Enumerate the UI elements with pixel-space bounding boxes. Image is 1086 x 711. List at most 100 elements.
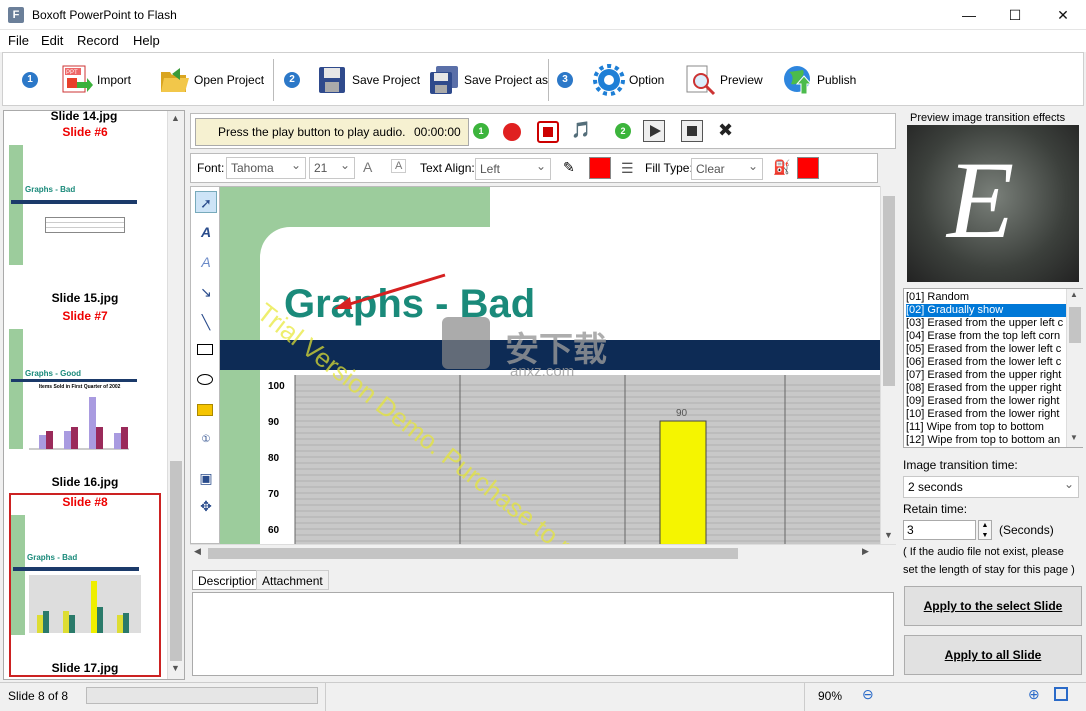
fill-color-swatch[interactable] — [797, 157, 819, 179]
line-color-swatch[interactable] — [589, 157, 611, 179]
thumbnail-scrollbar[interactable]: ▲ ▼ — [167, 111, 184, 679]
fill-type-select[interactable]: Clear — [691, 158, 763, 180]
scroll-down-icon[interactable]: ▼ — [171, 663, 180, 673]
grow-font-icon[interactable]: A — [363, 159, 372, 175]
globe-publish-icon — [781, 64, 813, 96]
delete-audio-icon[interactable]: ✖ — [718, 120, 733, 141]
select-arrow-icon[interactable]: ➚ — [195, 191, 217, 213]
preview-button[interactable]: Preview — [684, 63, 763, 97]
pen-color-icon[interactable]: ✎ — [563, 159, 575, 176]
play-button[interactable] — [643, 120, 665, 142]
transition-effects-list[interactable]: [01] Random [02] Gradually show [03] Erase… — [903, 288, 1083, 448]
scrollbar-thumb[interactable] — [208, 548, 738, 559]
menu-file[interactable]: File — [8, 33, 29, 48]
transition-effect-item[interactable]: [05] Erased from the lower left c — [906, 343, 1066, 356]
record-button[interactable] — [503, 123, 521, 141]
apply-to-all-button[interactable]: Apply to all Slide — [904, 635, 1082, 675]
font-select[interactable]: Tahoma — [226, 157, 306, 179]
step-1-badge: 1 — [22, 72, 38, 88]
publish-button[interactable]: Publish — [781, 63, 856, 97]
shrink-font-icon[interactable]: A — [391, 159, 407, 173]
slide-thumbnail-6[interactable]: Slide #6 Graphs - Bad Slide 15.jpg — [9, 125, 161, 307]
slide-thumbnail-7[interactable]: Slide #7 Graphs - Good Items Sold in Fir… — [9, 309, 161, 491]
scroll-up-icon[interactable]: ▲ — [171, 113, 180, 123]
description-tabs: Description Attachment — [190, 570, 896, 590]
text-outline-icon[interactable]: A — [195, 251, 217, 273]
minimize-button[interactable]: — — [946, 0, 992, 30]
tab-attachment[interactable]: Attachment — [256, 570, 329, 590]
annotation-arrow[interactable] — [280, 267, 460, 317]
transition-effect-item[interactable]: [04] Erase from the top left corn — [906, 330, 1066, 343]
scroll-right-icon[interactable]: ▶ — [862, 546, 869, 557]
line-tool-icon[interactable]: ╲ — [195, 311, 217, 333]
option-button[interactable]: Option — [593, 63, 664, 97]
scroll-left-icon[interactable]: ◀ — [194, 546, 201, 557]
floppy-disk-icon — [316, 64, 348, 96]
transition-effect-item[interactable]: [06] Erased from the lower left c — [906, 356, 1066, 369]
menu-bar: File Edit Record Help — [0, 30, 1086, 52]
open-project-button[interactable]: Open Project — [158, 63, 264, 97]
fill-bucket-icon[interactable]: ⛽ — [773, 159, 790, 176]
zoom-in-icon[interactable]: ⊕ — [1028, 686, 1040, 703]
retain-time-spinner[interactable]: ▲ ▼ — [978, 520, 992, 540]
font-size-spinner[interactable]: 21 — [309, 157, 355, 179]
menu-record[interactable]: Record — [77, 33, 119, 48]
effects-scrollbar[interactable]: ▲ ▼ — [1066, 289, 1083, 447]
transition-effect-item[interactable]: [10] Erased from the lower right — [906, 408, 1066, 421]
ellipse-tool-icon[interactable] — [195, 369, 217, 391]
save-project-as-button[interactable]: Save Project as — [428, 63, 548, 97]
transition-effect-item[interactable]: [08] Erased from the upper right — [906, 382, 1066, 395]
import-label: Import — [97, 73, 132, 87]
description-textarea[interactable] — [192, 592, 894, 676]
transition-effect-item[interactable]: [12] Wipe from top to bottom an — [906, 434, 1066, 447]
menu-edit[interactable]: Edit — [41, 33, 63, 48]
transition-effect-item[interactable]: [03] Erased from the upper left c — [906, 317, 1066, 330]
move-tool-icon[interactable]: ✥ — [195, 495, 217, 517]
maximize-button[interactable]: ☐ — [992, 0, 1038, 30]
number-tool-icon[interactable]: ① — [195, 429, 217, 451]
stop-button[interactable] — [681, 120, 703, 142]
menu-help[interactable]: Help — [133, 33, 160, 48]
transition-effect-item[interactable]: [09] Erased from the lower right — [906, 395, 1066, 408]
slide-count-status: Slide 8 of 8 — [8, 689, 69, 703]
scroll-down-icon[interactable]: ▼ — [1070, 433, 1078, 442]
audio-file-icon[interactable]: 🎵 — [571, 120, 593, 144]
image-tool-icon[interactable]: ▣ — [195, 467, 217, 489]
scrollbar-thumb[interactable] — [883, 196, 895, 386]
arrow-tool-icon[interactable]: ↘ — [195, 281, 217, 303]
slide-editor-canvas[interactable]: Graphs - Bad 100 90 80 70 60 90 Trial Versio… — [220, 186, 880, 544]
retain-time-label: Retain time: — [903, 502, 968, 516]
audio-step-1-badge: 1 — [473, 123, 489, 139]
zoom-level: 90% — [818, 689, 843, 703]
transition-effect-item[interactable]: [11] Wipe from top to bottom — [906, 421, 1066, 434]
transition-time-select[interactable]: 2 seconds — [903, 476, 1079, 498]
fit-window-icon[interactable] — [1054, 687, 1068, 701]
rectangle-tool-icon[interactable] — [195, 339, 217, 361]
zoom-out-icon[interactable]: ⊖ — [862, 686, 874, 703]
import-button[interactable]: PPT Import — [61, 63, 131, 97]
fill-type-label: Fill Type: — [645, 161, 693, 175]
line-style-icon[interactable]: ☰ — [621, 160, 634, 177]
audio-note-line2: set the length of stay for this page ) — [903, 564, 1075, 576]
scrollbar-thumb[interactable] — [170, 461, 182, 661]
filled-rect-tool-icon[interactable] — [195, 399, 217, 421]
transition-effect-item[interactable]: [02] Gradually show — [906, 304, 1066, 317]
apply-to-selected-button[interactable]: Apply to the select Slide — [904, 586, 1082, 626]
scroll-down-icon[interactable]: ▼ — [884, 530, 893, 540]
slide-thumbnail-8[interactable]: Slide #8 Graphs - Bad Slide 17.jpg — [9, 493, 161, 677]
transition-effect-item[interactable]: [01] Random — [906, 291, 1066, 304]
close-button[interactable]: ✕ — [1040, 0, 1086, 30]
retain-time-input[interactable] — [903, 520, 976, 540]
stop-record-button[interactable] — [537, 121, 559, 143]
open-project-label: Open Project — [194, 73, 265, 87]
canvas-vertical-scrollbar[interactable]: ▼ — [880, 186, 897, 544]
text-align-select[interactable]: Left — [475, 158, 551, 180]
scroll-up-icon[interactable]: ▲ — [1070, 290, 1078, 299]
tab-description[interactable]: Description — [192, 570, 265, 590]
canvas-horizontal-scrollbar[interactable]: ◀ ▶ — [190, 544, 896, 561]
scrollbar-thumb[interactable] — [1069, 307, 1081, 343]
save-project-button[interactable]: Save Project — [316, 63, 420, 97]
text-tool-icon[interactable]: A — [195, 221, 217, 243]
transition-effect-item[interactable]: [07] Erased from the upper right — [906, 369, 1066, 382]
slide-file-14: Slide 14.jpg — [50, 109, 118, 123]
